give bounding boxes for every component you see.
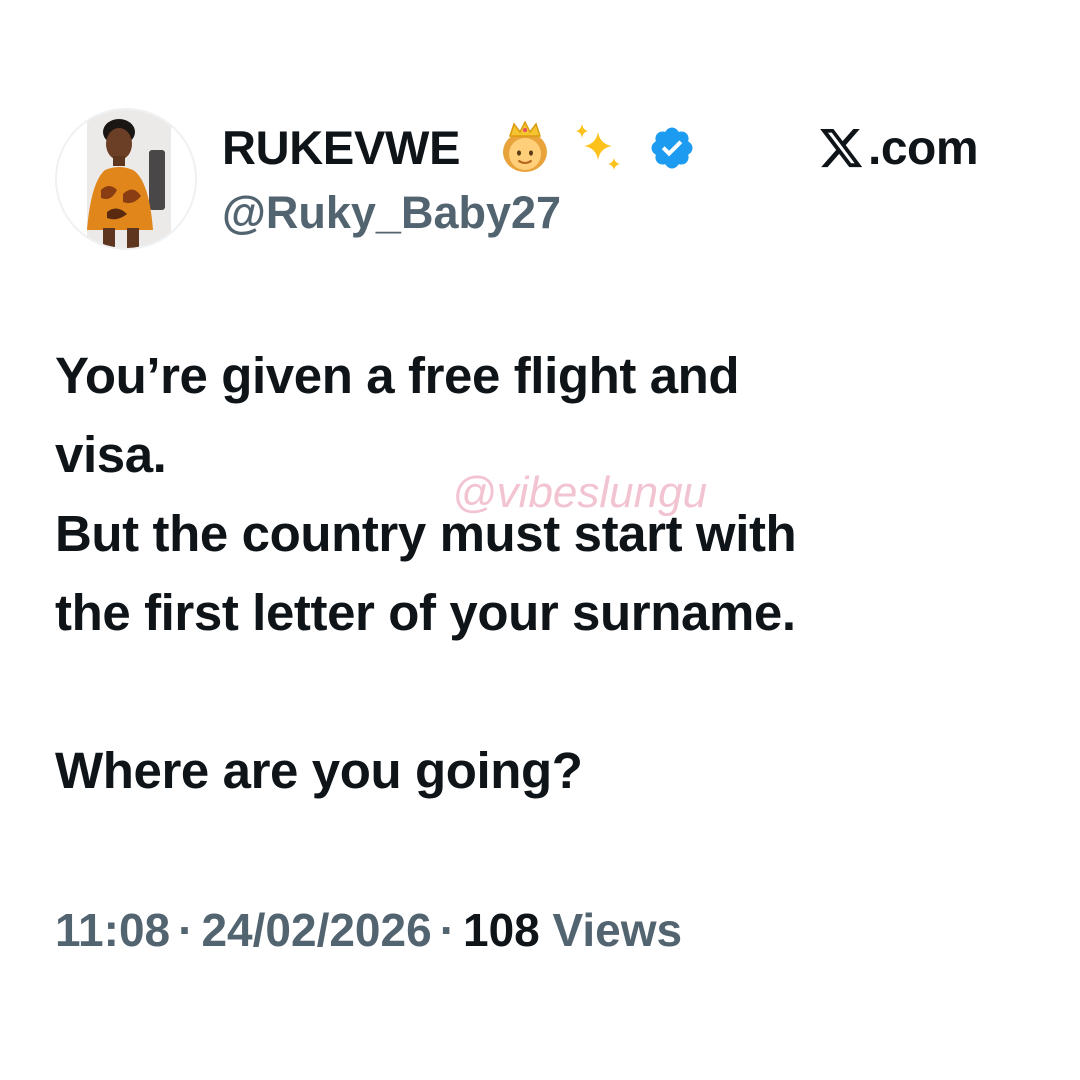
sparkles-emoji-icon xyxy=(568,118,628,183)
display-name[interactable]: RUKEVWE xyxy=(222,120,460,176)
princess-crown-emoji-icon xyxy=(496,118,554,181)
tweet-meta: 11:08 · 24/02/2026 · 108 Views xyxy=(55,898,682,962)
views-count[interactable]: 108 xyxy=(463,904,540,956)
tweet-line: Where are you going? xyxy=(55,742,583,799)
handle[interactable]: @Ruky_Baby27 xyxy=(222,186,561,240)
separator-dot: · xyxy=(439,904,456,956)
tweet-text: You’re given a free flight and visa. But… xyxy=(55,336,1045,810)
platform-label: .com xyxy=(868,122,979,175)
tweet-line: the first letter of your surname. xyxy=(55,584,796,641)
watermark: @vibeslungu xyxy=(452,468,708,517)
avatar[interactable] xyxy=(55,108,197,250)
x-logo-icon xyxy=(820,129,863,168)
profile-photo xyxy=(57,110,195,248)
tweet-time[interactable]: 11:08 xyxy=(55,904,170,956)
separator-dot: · xyxy=(178,904,194,956)
verified-badge-icon[interactable] xyxy=(648,124,696,177)
x-com-logo[interactable]: .com xyxy=(820,121,979,177)
tweet-line: You’re given a free flight and xyxy=(55,347,740,404)
views-label[interactable]: Views xyxy=(553,904,683,956)
tweet-date[interactable]: 24/02/2026 xyxy=(201,904,431,956)
